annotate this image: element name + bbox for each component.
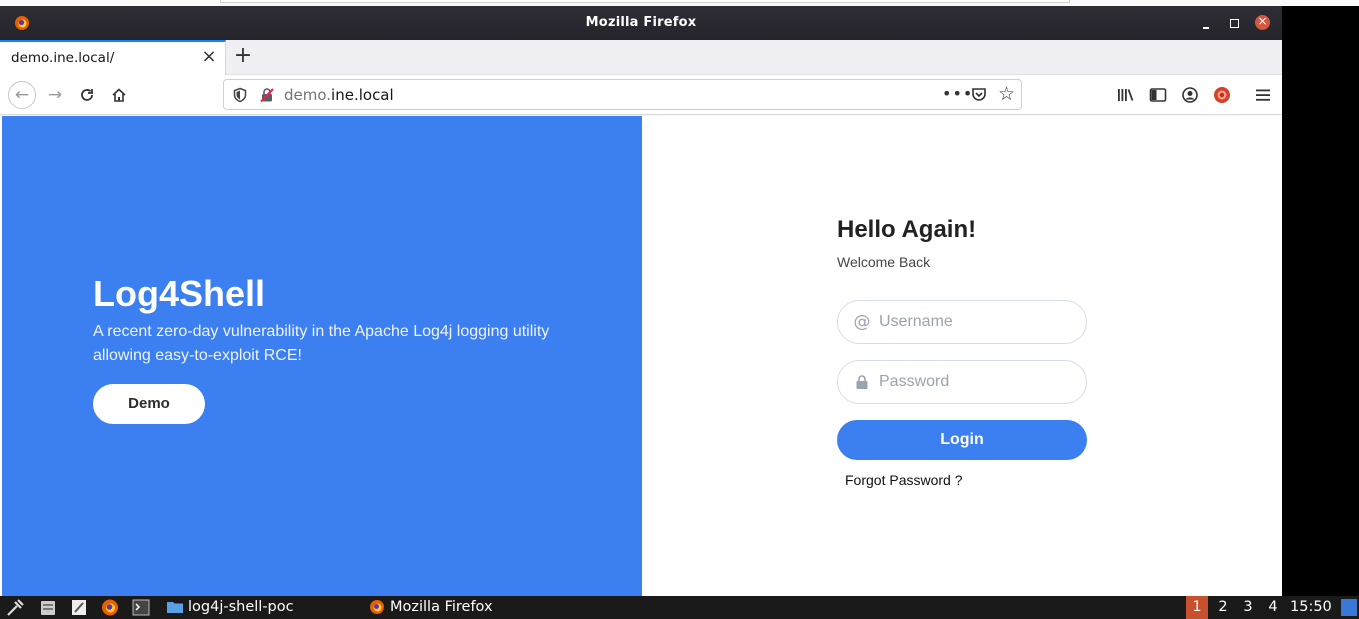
firefox-icon xyxy=(370,600,384,614)
taskbar-task-firefox[interactable]: Mozilla Firefox xyxy=(368,598,493,617)
taskbar: log4j-shell-poc Mozilla Firefox 1 2 3 4 … xyxy=(0,596,1359,619)
tracking-shield-icon[interactable] xyxy=(232,87,248,103)
back-button[interactable]: ← xyxy=(8,81,36,109)
pocket-icon[interactable] xyxy=(970,86,988,104)
hero-title: Log4Shell xyxy=(93,273,266,314)
lock-icon xyxy=(853,372,871,392)
nav-bar: ← → demo.ine.local ••• ☆ xyxy=(0,75,1282,115)
app-menu-icon[interactable] xyxy=(5,598,25,617)
reload-button[interactable] xyxy=(75,83,99,107)
sidebar-icon[interactable] xyxy=(1148,85,1168,105)
folder-icon xyxy=(167,602,183,613)
url-prefix: demo. xyxy=(284,86,332,104)
taskbar-task-label: log4j-shell-poc xyxy=(188,599,294,615)
account-icon[interactable] xyxy=(1180,85,1200,105)
login-greeting: Hello Again! xyxy=(837,216,977,243)
file-manager-icon[interactable] xyxy=(38,598,58,617)
firefox-window: Mozilla Firefox demo.ine.local/ × + ← → … xyxy=(0,6,1282,596)
forgot-password-link[interactable]: Forgot Password ? xyxy=(845,472,963,488)
hero-panel: Log4Shell A recent zero-day vulnerabilit… xyxy=(2,116,642,596)
tab-demo[interactable]: demo.ine.local/ × xyxy=(0,40,226,75)
url-domain: ine.local xyxy=(331,86,394,104)
workspace-3[interactable]: 3 xyxy=(1237,596,1259,619)
hamburger-menu-icon[interactable] xyxy=(1253,85,1273,105)
taskbar-task-label: Mozilla Firefox xyxy=(390,599,493,615)
insecure-lock-icon[interactable] xyxy=(259,87,275,103)
username-input[interactable] xyxy=(879,311,1074,333)
maximize-button[interactable] xyxy=(1226,15,1242,31)
login-button[interactable]: Login xyxy=(837,420,1087,460)
tab-close-icon[interactable]: × xyxy=(199,47,219,67)
terminal-icon[interactable] xyxy=(131,598,151,617)
reload-icon xyxy=(81,89,93,101)
login-form: Hello Again! Welcome Back @ Login Forgot… xyxy=(837,216,1097,488)
workspace-4[interactable]: 4 xyxy=(1262,596,1284,619)
demo-button[interactable]: Demo xyxy=(93,384,205,424)
window-titlebar[interactable]: Mozilla Firefox xyxy=(0,6,1282,40)
url-bar[interactable]: demo.ine.local ••• ☆ xyxy=(223,79,1022,110)
page-actions-icon[interactable]: ••• xyxy=(942,84,973,103)
forward-button[interactable]: → xyxy=(43,83,67,107)
password-field[interactable] xyxy=(837,360,1087,404)
web-page: Log4Shell A recent zero-day vulnerabilit… xyxy=(0,116,1282,596)
hero-description: A recent zero-day vulnerability in the A… xyxy=(93,323,550,364)
username-field[interactable]: @ xyxy=(837,300,1087,344)
new-tab-button[interactable]: + xyxy=(232,44,254,68)
at-icon: @ xyxy=(853,312,871,332)
taskbar-task-folder[interactable]: log4j-shell-poc xyxy=(166,598,294,617)
tab-strip: demo.ine.local/ × + xyxy=(0,40,1282,75)
home-button[interactable] xyxy=(107,83,131,107)
login-subtitle: Welcome Back xyxy=(837,254,931,270)
workspace-2[interactable]: 2 xyxy=(1212,596,1234,619)
text-editor-icon[interactable] xyxy=(69,598,89,617)
close-button[interactable] xyxy=(1255,14,1270,30)
library-icon[interactable] xyxy=(1116,85,1136,105)
password-input[interactable] xyxy=(879,371,1074,393)
window-title: Mozilla Firefox xyxy=(585,15,697,30)
background-window-edge xyxy=(220,0,1070,3)
minimize-button[interactable] xyxy=(1198,15,1214,31)
tab-title: demo.ine.local/ xyxy=(11,50,115,66)
workspace-1[interactable]: 1 xyxy=(1186,596,1208,619)
bookmark-star-icon[interactable]: ☆ xyxy=(998,83,1015,105)
extension-icon[interactable] xyxy=(1212,85,1232,105)
show-desktop-button[interactable] xyxy=(1341,599,1357,616)
firefox-launcher-icon[interactable] xyxy=(100,598,120,617)
home-icon xyxy=(112,88,126,102)
url-text: demo.ine.local xyxy=(284,86,394,104)
desktop-background xyxy=(1282,6,1359,596)
clock: 15:50 xyxy=(1290,599,1332,615)
